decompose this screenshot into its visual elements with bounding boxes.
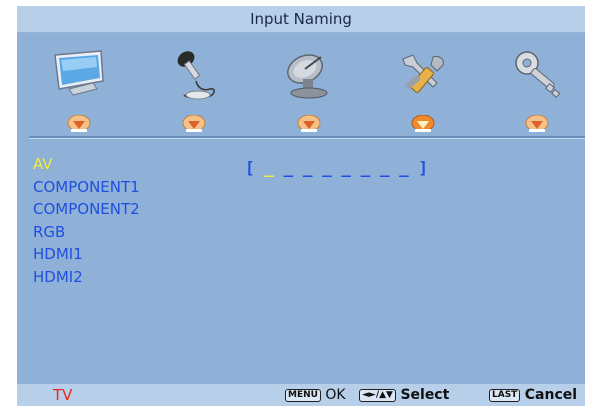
- last-key-icon: LAST: [489, 388, 521, 402]
- input-item-av[interactable]: AV: [33, 153, 140, 176]
- input-item-component2[interactable]: COMPONENT2: [33, 198, 140, 221]
- input-item-rgb[interactable]: RGB: [33, 221, 140, 244]
- input-item-component1[interactable]: COMPONENT1: [33, 176, 140, 199]
- nav-key-icon: ◄►/▲▼: [359, 388, 396, 402]
- key-icon[interactable]: [507, 45, 567, 105]
- footer-bar: TV MENU OK ◄►/▲▼ Select LAST Cancel: [17, 384, 585, 406]
- input-item-hdmi1[interactable]: HDMI1: [33, 243, 140, 266]
- menu-markers-row: [17, 114, 585, 135]
- close-bracket: ]: [418, 158, 429, 177]
- screen: Input Naming AV COMPONENT1 COMPONENT2 RG…: [0, 0, 602, 409]
- ok-label: OK: [325, 387, 346, 403]
- divider-highlight: [29, 138, 585, 139]
- open-bracket: [: [245, 158, 255, 177]
- microphone-icon[interactable]: [164, 45, 224, 105]
- hint-ok: MENU OK: [285, 387, 346, 403]
- text-cursor: _: [264, 158, 274, 177]
- menu-marker: [297, 114, 321, 133]
- menu-icons-row: [17, 45, 585, 107]
- title-bar: Input Naming: [17, 6, 585, 33]
- hint-select: ◄►/▲▼ Select: [359, 387, 449, 403]
- menu-marker: [525, 114, 549, 133]
- menu-key-icon: MENU: [285, 388, 321, 402]
- menu-marker: [67, 114, 91, 133]
- cancel-label: Cancel: [524, 387, 578, 403]
- source-label: TV: [53, 386, 73, 404]
- page-title: Input Naming: [250, 10, 352, 28]
- satellite-dish-icon[interactable]: [279, 45, 339, 105]
- hint-cancel: LAST Cancel: [489, 387, 577, 403]
- name-placeholder: _ _ _ _ _ _ _: [273, 158, 419, 177]
- monitor-icon[interactable]: [49, 45, 109, 105]
- select-label: Select: [400, 387, 450, 403]
- input-list: AV COMPONENT1 COMPONENT2 RGB HDMI1 HDMI2: [33, 153, 140, 288]
- menu-marker-active: [411, 114, 435, 133]
- name-input-field[interactable]: [ _ _ _ _ _ _ _ _ ]: [245, 158, 445, 180]
- main-panel: AV COMPONENT1 COMPONENT2 RGB HDMI1 HDMI2…: [17, 33, 585, 388]
- menu-marker: [182, 114, 206, 133]
- input-item-hdmi2[interactable]: HDMI2: [33, 266, 140, 289]
- tools-icon[interactable]: [393, 45, 453, 105]
